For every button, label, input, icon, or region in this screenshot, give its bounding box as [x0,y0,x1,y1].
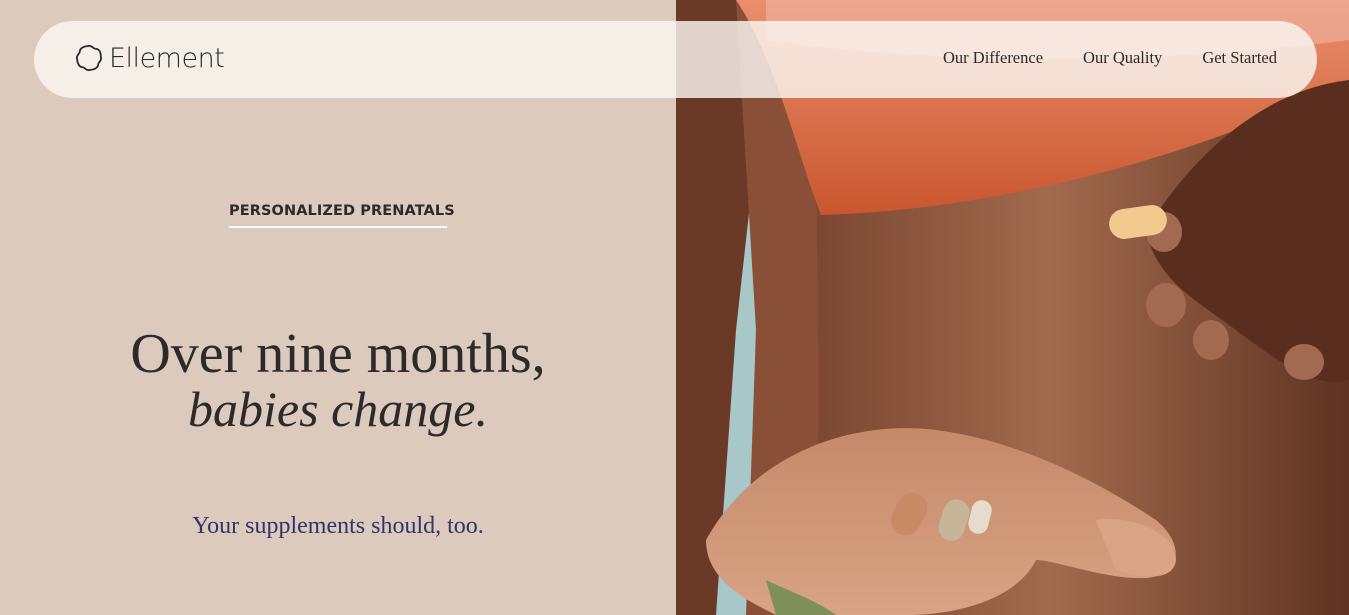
brand-name: Ellement [109,42,225,74]
eyebrow-underline [229,226,447,228]
hero-headline-line1: Over nine months, [130,323,546,385]
top-navigation: Ellement Our Difference Our Quality Get … [34,21,1317,98]
hero-subheadline: Your supplements should, too. [192,513,484,539]
nav-link-get-started[interactable]: Get Started [1202,48,1277,68]
flower-outline-icon [75,44,103,72]
nav-link-our-quality[interactable]: Our Quality [1083,48,1162,68]
nav-link-our-difference[interactable]: Our Difference [943,48,1043,68]
hero-eyebrow: PERSONALIZED PRENATALS [229,203,455,219]
hero-headline-line2: babies change. [188,381,488,437]
brand-logo[interactable]: Ellement [74,40,225,76]
nav-links: Our Difference Our Quality Get Started [903,48,1277,68]
